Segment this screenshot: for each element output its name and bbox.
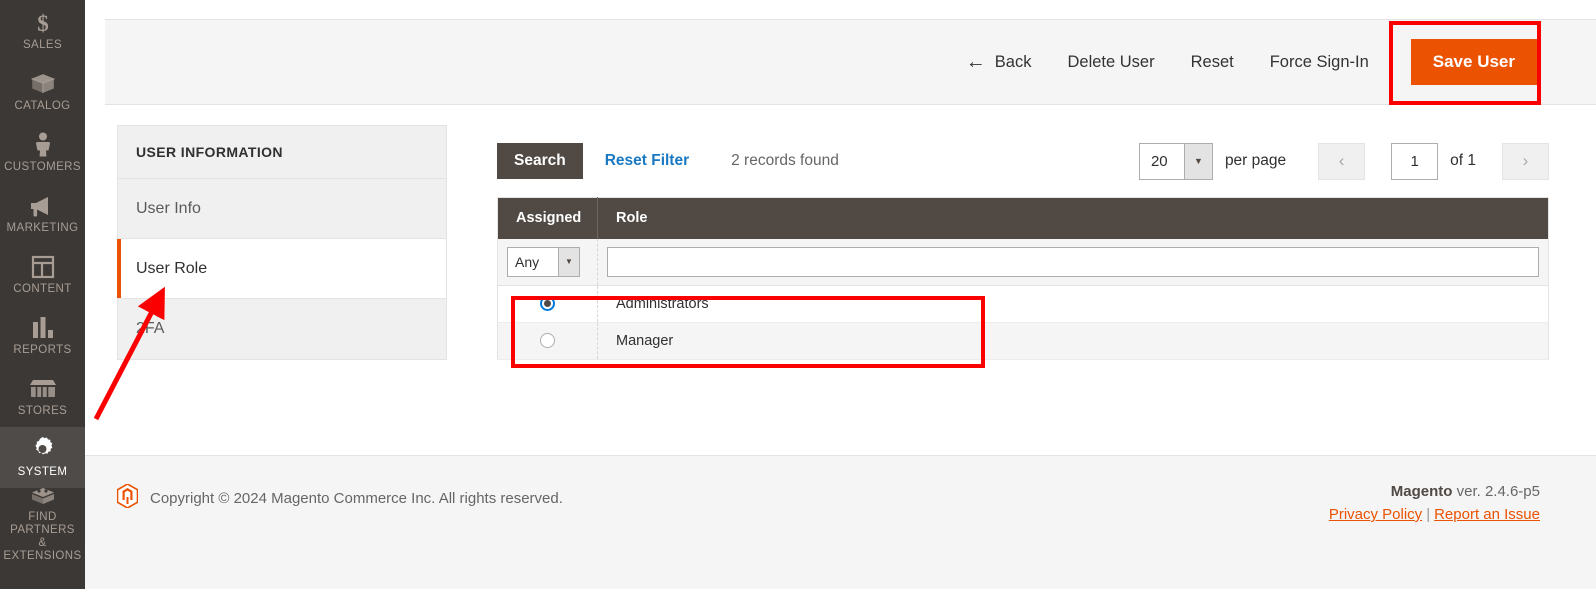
sidebar-item-label: CUSTOMERS: [4, 160, 81, 173]
table-row[interactable]: Manager: [497, 322, 1549, 360]
total-pages-label: of 1: [1450, 152, 1476, 169]
brand-name: Magento: [1390, 483, 1453, 500]
reset-filter-link[interactable]: Reset Filter: [605, 152, 689, 170]
tab-label: User Info: [136, 199, 201, 217]
tab-2fa[interactable]: 2FA: [118, 299, 446, 359]
admin-sidebar: $ SALES CATALOG CUSTOMERS MARKETING CONT…: [0, 0, 85, 589]
back-label: Back: [994, 52, 1032, 71]
version-line: Magento ver. 2.4.6-p5: [1329, 483, 1540, 500]
dollar-icon: $: [32, 10, 54, 36]
role-filter-input[interactable]: [607, 246, 1539, 277]
chevron-down-icon: ▼: [558, 247, 579, 276]
copyright-text: Copyright © 2024 Magento Commerce Inc. A…: [150, 489, 563, 507]
force-signin-button[interactable]: Force Sign-In: [1270, 53, 1369, 72]
search-button[interactable]: Search: [497, 143, 583, 179]
tab-label: 2FA: [136, 320, 165, 337]
table-filter-row: Any ▼: [497, 238, 1549, 286]
pager: 20 ▼ per page ‹ of 1 ›: [1138, 142, 1549, 180]
assigned-filter-select[interactable]: Any ▼: [507, 246, 580, 277]
filter-cell-role: [597, 238, 1549, 286]
assigned-filter-value: Any: [515, 253, 540, 270]
row-assigned-cell[interactable]: [497, 322, 598, 360]
per-page-value: 20: [1150, 152, 1168, 170]
sidebar-item-label: REPORTS: [13, 343, 72, 356]
chevron-left-icon: ‹: [1338, 151, 1345, 170]
sidebar-item-label: SYSTEM: [17, 465, 68, 478]
layout-icon: [31, 254, 55, 280]
assigned-radio[interactable]: [540, 333, 555, 349]
row-role-cell: Manager: [597, 322, 1549, 360]
sidebar-item-customers[interactable]: CUSTOMERS: [0, 122, 85, 183]
store-icon: [29, 376, 57, 402]
arrow-left-icon: ←: [965, 51, 986, 73]
sidebar-item-marketing[interactable]: MARKETING: [0, 183, 85, 244]
per-page-label: per page: [1224, 152, 1287, 169]
magento-logo-icon: [116, 483, 139, 512]
sidebar-item-find-partners[interactable]: FIND PARTNERS & EXTENSIONS: [0, 486, 85, 562]
records-found-text: 2 records found: [731, 152, 839, 169]
bricks-icon: [29, 486, 57, 508]
tab-user-info[interactable]: User Info: [118, 179, 446, 239]
table-row[interactable]: Administrators: [497, 285, 1549, 323]
sidebar-item-label: MARKETING: [6, 221, 79, 234]
delete-user-button[interactable]: Delete User: [1067, 53, 1154, 72]
per-page-select[interactable]: 20 ▼: [1138, 142, 1213, 180]
panel-title: USER INFORMATION: [118, 126, 446, 179]
row-role-cell: Administrators: [597, 285, 1549, 323]
bar-chart-icon: [31, 315, 55, 341]
previous-page-button[interactable]: ‹: [1318, 142, 1366, 180]
sidebar-item-label: CONTENT: [13, 282, 72, 295]
magento-admin-page: $ SALES CATALOG CUSTOMERS MARKETING CONT…: [0, 0, 1596, 589]
next-page-button[interactable]: ›: [1502, 142, 1549, 180]
svg-text:$: $: [37, 11, 49, 36]
admin-footer: Copyright © 2024 Magento Commerce Inc. A…: [85, 455, 1596, 589]
copyright-block: Copyright © 2024 Magento Commerce Inc. A…: [116, 483, 563, 512]
back-button[interactable]: ← Back: [966, 52, 1032, 72]
sidebar-item-label: SALES: [22, 38, 63, 51]
report-issue-link[interactable]: Report an Issue: [1434, 506, 1540, 523]
sidebar-item-stores[interactable]: STORES: [0, 366, 85, 427]
person-icon: [34, 132, 52, 158]
role-table: Assigned Role Any ▼ Administrators Manag…: [497, 197, 1549, 360]
footer-right-block: Magento ver. 2.4.6-p5 Privacy Policy | Rep…: [1329, 483, 1540, 523]
chevron-right-icon: ›: [1522, 151, 1529, 170]
user-role-grid: Search Reset Filter 2 records found 20 ▼…: [497, 125, 1549, 360]
column-header-assigned[interactable]: Assigned: [497, 197, 598, 239]
page-number-input[interactable]: [1391, 142, 1439, 180]
sidebar-item-reports[interactable]: REPORTS: [0, 305, 85, 366]
privacy-policy-link[interactable]: Privacy Policy: [1329, 506, 1422, 523]
reset-button[interactable]: Reset: [1191, 53, 1234, 72]
box-icon: [30, 71, 56, 97]
user-information-panel: USER INFORMATION User Info User Role 2FA: [117, 125, 447, 360]
megaphone-icon: [29, 193, 57, 219]
sidebar-item-label: STORES: [17, 404, 68, 417]
sidebar-item-catalog[interactable]: CATALOG: [0, 61, 85, 122]
sidebar-item-content[interactable]: CONTENT: [0, 244, 85, 305]
chevron-down-icon: ▼: [1183, 143, 1212, 179]
assigned-radio[interactable]: [540, 296, 555, 312]
gear-icon: [30, 437, 55, 463]
sidebar-item-sales[interactable]: $ SALES: [0, 0, 85, 61]
sidebar-item-system[interactable]: SYSTEM: [0, 427, 85, 488]
footer-links: Privacy Policy | Report an Issue: [1329, 506, 1540, 523]
sidebar-item-label: FIND PARTNERS & EXTENSIONS: [3, 510, 82, 562]
filter-cell-assigned: Any ▼: [497, 238, 598, 286]
sidebar-item-label: CATALOG: [14, 99, 71, 112]
grid-toolbar: Search Reset Filter 2 records found 20 ▼…: [497, 125, 1549, 197]
version-text: ver. 2.4.6-p5: [1452, 483, 1540, 500]
table-header-row: Assigned Role: [497, 197, 1549, 239]
tab-user-role[interactable]: User Role: [117, 239, 446, 299]
page-actions-bar: ← Back Delete User Reset Force Sign-In S…: [105, 19, 1596, 105]
save-user-button[interactable]: Save User: [1410, 39, 1537, 85]
row-assigned-cell[interactable]: [497, 285, 598, 323]
tab-label: User Role: [136, 259, 208, 277]
column-header-role[interactable]: Role: [597, 197, 1549, 239]
link-separator: |: [1426, 506, 1431, 523]
